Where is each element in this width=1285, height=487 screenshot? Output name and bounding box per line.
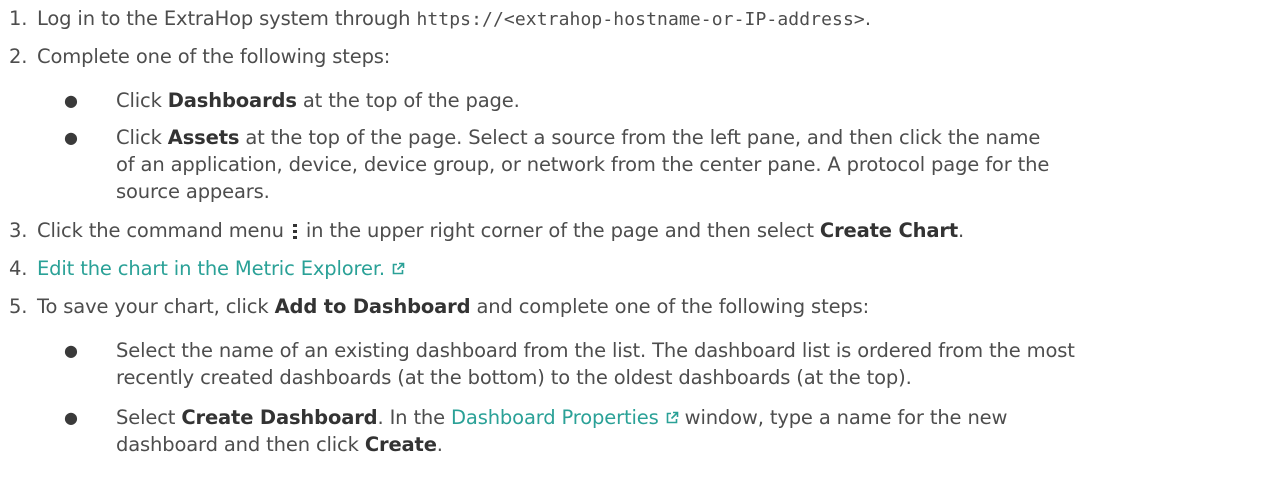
- external-link-icon[interactable]: [391, 262, 405, 276]
- dashboard-properties-link[interactable]: Dashboard Properties: [451, 406, 659, 429]
- step-5-bullet-1-line-2: recently created dashboards (at the bott…: [116, 366, 912, 389]
- assets-term: Assets: [167, 126, 240, 149]
- bullet-middle: . In the: [377, 406, 452, 429]
- step-3-suffix: .: [958, 219, 965, 242]
- bullet-prefix: Click: [116, 89, 168, 112]
- step-3-text: Click the command menu in the upper righ…: [37, 218, 964, 244]
- metric-explorer-link[interactable]: Edit the chart in the Metric Explorer.: [37, 257, 385, 280]
- bullet-prefix: dashboard and then click: [116, 433, 365, 456]
- step-number: 1.: [9, 7, 28, 30]
- step-3-prefix: Click the command menu: [37, 219, 290, 242]
- bullet-suffix: at the top of the page. Select a source …: [239, 126, 1041, 149]
- step-2-bullet-2-line-1: Click Assets at the top of the page. Sel…: [116, 125, 1040, 151]
- bullet-icon: ●: [64, 341, 78, 360]
- step-5-suffix: and complete one of the following steps:: [470, 295, 870, 318]
- step-1-text: Log in to the ExtraHop system through ht…: [37, 6, 871, 33]
- step-number: 2.: [9, 45, 28, 68]
- bullet-prefix: Select: [116, 406, 182, 429]
- external-link-icon[interactable]: [665, 411, 679, 425]
- step-4-text: Edit the chart in the Metric Explorer.: [37, 256, 405, 282]
- bullet-suffix: .: [436, 433, 443, 456]
- step-2-bullet-2-line-3: source appears.: [116, 180, 270, 203]
- command-menu-kebab-icon: [292, 224, 297, 239]
- create-dashboard-term: Create Dashboard: [181, 406, 378, 429]
- bullet-icon: ●: [64, 128, 78, 147]
- step-2-bullet-1: Click Dashboards at the top of the page.: [116, 88, 520, 114]
- step-5-text: To save your chart, click Add to Dashboa…: [37, 294, 869, 320]
- step-2-text: Complete one of the following steps:: [37, 45, 391, 68]
- bullet-prefix: Click: [116, 126, 168, 149]
- create-chart-term: Create Chart: [819, 219, 959, 242]
- add-to-dashboard-term: Add to Dashboard: [274, 295, 471, 318]
- step-number: 3.: [9, 219, 28, 242]
- step-3-middle: in the upper right corner of the page an…: [299, 219, 820, 242]
- hostname-url-code: https://<extrahop-hostname-or-IP-address…: [416, 9, 865, 30]
- step-5-bullet-2-line-2: dashboard and then click Create.: [116, 432, 443, 458]
- step-5-bullet-2-line-1: Select Create Dashboard. In the Dashboar…: [116, 405, 1007, 431]
- step-5-bullet-1-line-1: Select the name of an existing dashboard…: [116, 339, 1075, 362]
- step-number: 5.: [9, 295, 28, 318]
- step-1-prefix: Log in to the ExtraHop system through: [37, 7, 417, 30]
- step-2-bullet-2-line-2: of an application, device, device group,…: [116, 153, 1050, 176]
- step-1-suffix: .: [864, 7, 871, 30]
- step-5-prefix: To save your chart, click: [37, 295, 275, 318]
- bullet-suffix: window, type a name for the new: [678, 406, 1008, 429]
- step-number: 4.: [9, 257, 28, 280]
- dashboards-term: Dashboards: [167, 89, 297, 112]
- create-term: Create: [364, 433, 437, 456]
- bullet-icon: ●: [64, 408, 78, 427]
- bullet-suffix: at the top of the page.: [296, 89, 520, 112]
- bullet-icon: ●: [64, 91, 78, 110]
